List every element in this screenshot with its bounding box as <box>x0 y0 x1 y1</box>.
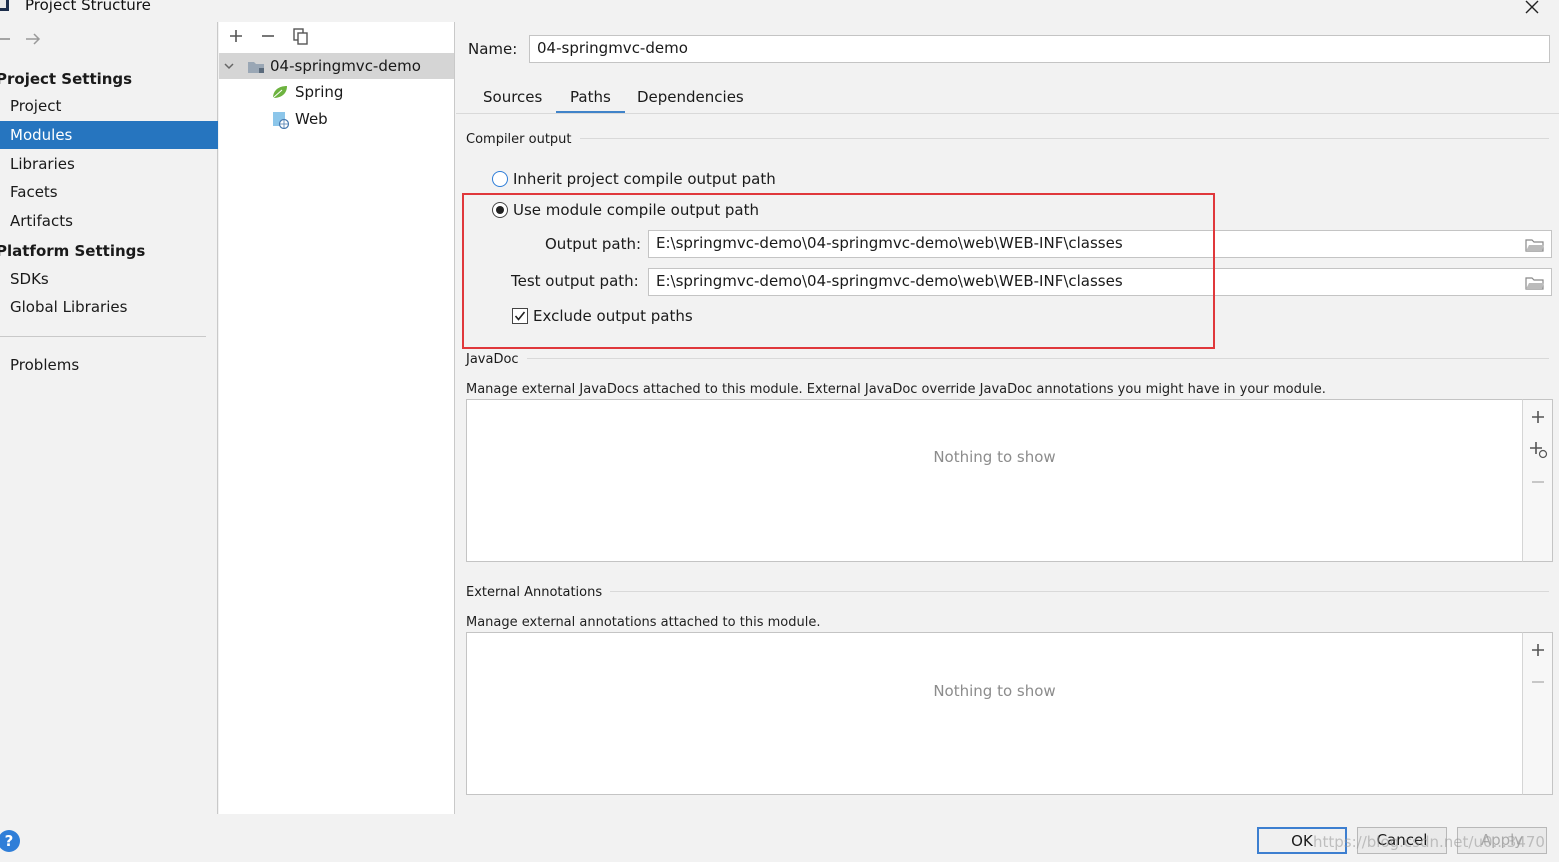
nav-item-global-libraries[interactable]: Global Libraries <box>0 293 218 321</box>
javadoc-list[interactable]: Nothing to show <box>466 399 1523 562</box>
inherit-output-label[interactable]: Inherit project compile output path <box>513 169 776 189</box>
app-icon <box>0 0 9 11</box>
help-icon[interactable]: ? <box>0 830 20 852</box>
add-module-icon[interactable] <box>1527 438 1549 460</box>
annotations-list-toolbar <box>1522 632 1553 795</box>
nav-item-modules[interactable]: Modules <box>0 121 218 149</box>
annotations-title: External Annotations <box>466 585 611 601</box>
nav-item-artifacts[interactable]: Artifacts <box>0 207 218 235</box>
settings-nav-panel: Project Settings Project Modules Librari… <box>0 22 218 814</box>
annotations-description: Manage external annotations attached to … <box>466 615 821 630</box>
chevron-down-icon[interactable] <box>223 60 235 72</box>
compiler-output-title: Compiler output <box>466 132 580 148</box>
highlight-box <box>462 193 1215 349</box>
annotations-empty-text: Nothing to show <box>933 682 1056 700</box>
back-arrow-icon[interactable] <box>0 30 14 48</box>
module-tree-panel: 04-springmvc-demo Spring Web <box>219 22 455 814</box>
nav-item-facets[interactable]: Facets <box>0 178 218 206</box>
web-icon <box>273 112 289 129</box>
window-title: Project Structure <box>25 0 151 14</box>
folder-icon[interactable] <box>1525 275 1545 291</box>
tab-dependencies[interactable]: Dependencies <box>623 84 758 114</box>
annotations-list[interactable]: Nothing to show <box>466 632 1523 795</box>
tab-bar-divider <box>456 113 1559 114</box>
folder-icon[interactable] <box>1525 237 1545 253</box>
remove-icon[interactable] <box>260 28 276 44</box>
javadoc-rule <box>466 358 1549 359</box>
javadoc-empty-text: Nothing to show <box>933 448 1056 466</box>
platform-settings-heading: Platform Settings <box>0 242 146 260</box>
inherit-output-radio[interactable] <box>492 171 508 187</box>
module-folder-icon <box>248 62 264 73</box>
tab-sources[interactable]: Sources <box>469 84 556 114</box>
module-name-field[interactable]: 04-springmvc-demo <box>529 35 1550 63</box>
javadoc-title: JavaDoc <box>466 352 527 368</box>
compiler-output-rule <box>466 138 1549 139</box>
forward-arrow-icon[interactable] <box>24 30 42 48</box>
nav-item-libraries[interactable]: Libraries <box>0 150 218 178</box>
nav-item-problems[interactable]: Problems <box>0 351 218 379</box>
remove-icon[interactable] <box>1527 671 1549 693</box>
remove-icon[interactable] <box>1527 471 1549 493</box>
module-tree-toolbar <box>219 22 455 52</box>
add-icon[interactable] <box>1527 406 1549 428</box>
tab-paths[interactable]: Paths <box>556 84 625 114</box>
javadoc-description: Manage external JavaDocs attached to thi… <box>466 382 1326 397</box>
nav-item-project[interactable]: Project <box>0 92 218 120</box>
nav-divider <box>0 336 206 337</box>
annotations-rule <box>466 591 1549 592</box>
tree-item-module[interactable]: 04-springmvc-demo <box>219 53 454 79</box>
nav-item-sdks[interactable]: SDKs <box>0 265 218 293</box>
javadoc-list-toolbar <box>1522 399 1553 562</box>
tree-item-label: Spring <box>295 83 344 101</box>
add-icon[interactable] <box>228 28 244 44</box>
close-icon[interactable] <box>1521 0 1543 18</box>
add-icon[interactable] <box>1527 639 1549 661</box>
spring-icon <box>272 86 287 99</box>
watermark: https://blog.csdn.net/u0...3470 <box>1313 833 1545 851</box>
copy-icon[interactable] <box>292 27 309 45</box>
tree-item-label: 04-springmvc-demo <box>270 57 421 75</box>
module-detail-panel: Name: 04-springmvc-demo Sources Paths De… <box>456 22 1559 814</box>
project-settings-heading: Project Settings <box>0 70 133 88</box>
title-bar: Project Structure <box>0 0 1559 16</box>
name-label: Name: <box>468 40 518 58</box>
tree-item-label: Web <box>295 110 328 128</box>
